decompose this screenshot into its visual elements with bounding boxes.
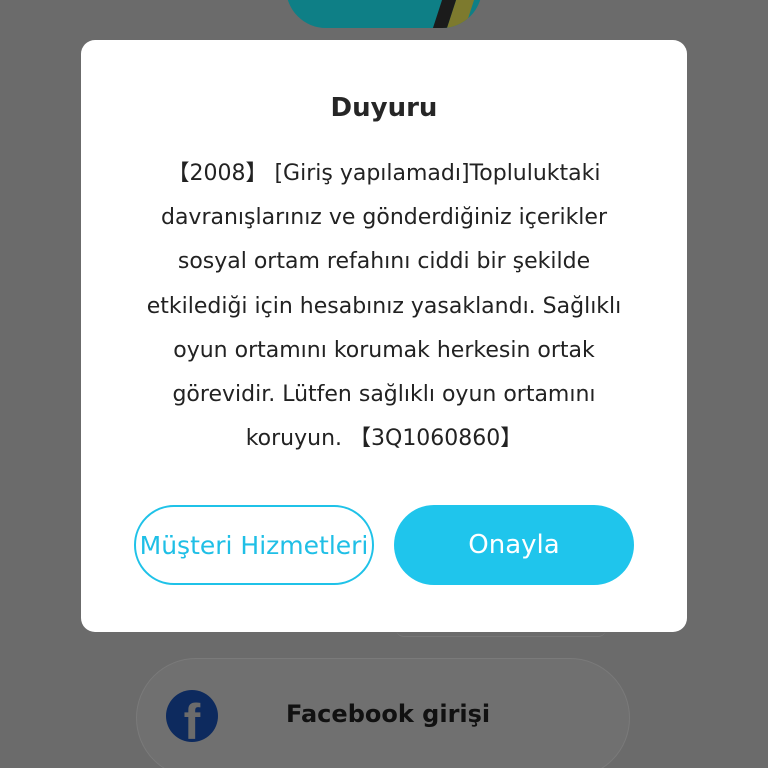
- announcement-dialog: Duyuru 【2008】 [Giriş yapılamadı]Topluluk…: [81, 40, 687, 632]
- facebook-login-label: Facebook girişi: [286, 700, 491, 728]
- game-logo: [286, 0, 482, 28]
- dialog-title: Duyuru: [330, 93, 438, 123]
- dialog-message: 【2008】 [Giriş yapılamadı]Topluluktaki da…: [146, 161, 622, 452]
- customer-service-button[interactable]: Müşteri Hizmetleri: [134, 505, 374, 585]
- facebook-icon: f: [166, 690, 218, 742]
- confirm-button[interactable]: Onayla: [394, 505, 634, 585]
